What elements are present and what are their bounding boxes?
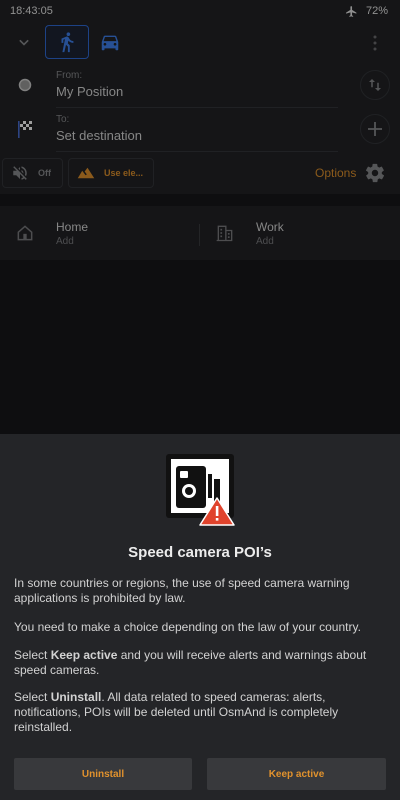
dialog-bold-text: Uninstall <box>50 690 102 704</box>
dialog-text: Select <box>14 648 51 662</box>
dialog-bold-text: Keep active <box>50 648 118 662</box>
speed-camera-dialog: Speed camera POI’s In some countries or … <box>0 434 400 800</box>
dialog-paragraph: Select Uninstall. All data related to sp… <box>14 690 386 735</box>
dialog-paragraph: You need to make a choice depending on t… <box>14 620 361 634</box>
dialog-paragraph: In some countries or regions, the use of… <box>14 576 350 605</box>
keep-active-button[interactable]: Keep active <box>207 758 386 790</box>
uninstall-button[interactable]: Uninstall <box>14 758 192 790</box>
dialog-title: Speed camera POI’s <box>128 544 272 561</box>
dialog-paragraph: Select Keep active and you will receive … <box>14 648 386 678</box>
speed-camera-warning-icon <box>166 454 238 526</box>
dialog-text: Select <box>14 690 51 704</box>
